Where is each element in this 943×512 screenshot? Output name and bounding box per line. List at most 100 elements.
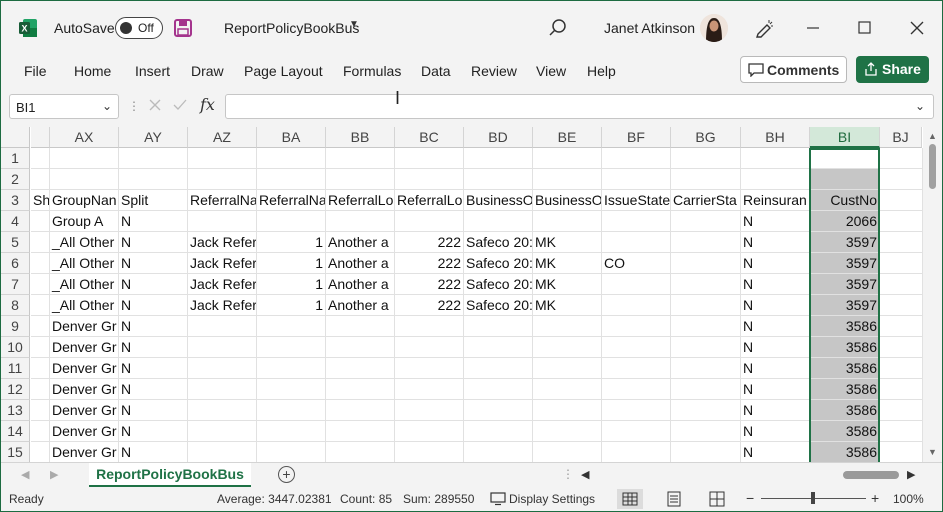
cell[interactable] [326,316,395,337]
cell[interactable]: CustNo [810,190,880,211]
cell[interactable]: Another a [326,274,395,295]
cell[interactable] [326,379,395,400]
row-header[interactable]: 5 [1,232,30,253]
cell[interactable]: Another a [326,232,395,253]
column-header-az[interactable]: AZ [188,127,257,148]
cell[interactable] [671,421,741,442]
cell[interactable] [188,400,257,421]
cell[interactable]: N [741,274,810,295]
cell[interactable] [395,379,464,400]
cell[interactable]: Denver Gr [50,421,119,442]
cell[interactable]: 3597 [810,232,880,253]
cell[interactable] [671,274,741,295]
column-header-bh[interactable]: BH [741,127,810,148]
cell[interactable] [602,379,671,400]
sheet-tab[interactable]: ReportPolicyBookBus [89,463,251,487]
cell[interactable]: N [741,316,810,337]
page-layout-view-icon[interactable] [661,489,687,509]
cell[interactable] [257,442,326,463]
minimize-icon[interactable] [798,14,828,42]
row-header[interactable]: 3 [1,190,30,211]
row-header[interactable]: 11 [1,358,30,379]
menu-home[interactable]: Home [74,63,111,79]
cell[interactable]: 222 [395,274,464,295]
cell[interactable]: Another a [326,295,395,316]
cell[interactable] [395,148,464,169]
cell[interactable]: N [741,358,810,379]
cell[interactable] [257,169,326,190]
cell[interactable]: Another a [326,253,395,274]
cell[interactable]: N [119,211,188,232]
menu-help[interactable]: Help [587,63,616,79]
cell[interactable] [31,316,50,337]
normal-view-icon[interactable] [617,489,643,509]
cell[interactable] [464,148,533,169]
cancel-icon[interactable] [148,98,162,112]
scroll-right-icon[interactable]: ▶ [907,468,915,481]
cell[interactable] [671,316,741,337]
cell[interactable]: Denver Gr [50,316,119,337]
row-header[interactable]: 4 [1,211,30,232]
cell[interactable] [188,211,257,232]
cell[interactable] [257,358,326,379]
cell[interactable]: 1 [257,295,326,316]
cell[interactable] [257,337,326,358]
cell[interactable] [188,358,257,379]
cell[interactable] [326,442,395,463]
cell[interactable] [257,148,326,169]
cell[interactable] [464,379,533,400]
cell[interactable] [31,253,50,274]
menu-file[interactable]: File [24,63,47,79]
cell[interactable] [326,337,395,358]
cell[interactable]: ReferralLo [395,190,464,211]
row-header[interactable]: 1 [1,148,30,169]
cell[interactable] [533,337,602,358]
menu-draw[interactable]: Draw [191,63,224,79]
column-header-be[interactable]: BE [533,127,602,148]
cell[interactable] [31,169,50,190]
cell[interactable] [326,148,395,169]
cell[interactable] [464,400,533,421]
cell[interactable] [188,421,257,442]
cell[interactable]: _All Other [50,274,119,295]
cell[interactable]: MK [533,253,602,274]
cell[interactable] [533,400,602,421]
cell[interactable] [395,421,464,442]
cell[interactable] [188,169,257,190]
cell[interactable] [671,148,741,169]
zoom-level[interactable]: 100% [893,492,924,506]
cell[interactable] [533,421,602,442]
zoom-out-icon[interactable]: − [746,490,754,506]
cell[interactable]: _All Other [50,232,119,253]
cell[interactable] [257,316,326,337]
cell[interactable] [533,169,602,190]
cell[interactable] [671,337,741,358]
pen-icon[interactable] [753,17,775,39]
cell[interactable] [671,211,741,232]
cell[interactable] [326,400,395,421]
column-header-partial[interactable] [31,127,50,148]
cell[interactable] [395,211,464,232]
cell[interactable] [395,442,464,463]
cell[interactable]: N [741,421,810,442]
cell[interactable] [880,211,923,232]
cell[interactable] [119,169,188,190]
cell[interactable]: GroupNan [50,190,119,211]
cell[interactable]: MK [533,295,602,316]
cell[interactable] [880,295,923,316]
cell[interactable]: N [741,295,810,316]
cell[interactable]: N [119,274,188,295]
maximize-icon[interactable] [850,14,880,42]
cell[interactable]: Group A [50,211,119,232]
tab-split-handle[interactable]: ⋮ [562,467,574,481]
cell[interactable]: CO [602,253,671,274]
cell[interactable] [395,358,464,379]
row-header[interactable]: 7 [1,274,30,295]
cell[interactable]: Jack Refer [188,295,257,316]
cell[interactable] [671,442,741,463]
document-title[interactable]: ReportPolicyBookBus [224,20,359,36]
cell[interactable] [31,295,50,316]
cell[interactable]: ReferralLo [326,190,395,211]
cell[interactable] [671,232,741,253]
cell[interactable]: N [741,232,810,253]
